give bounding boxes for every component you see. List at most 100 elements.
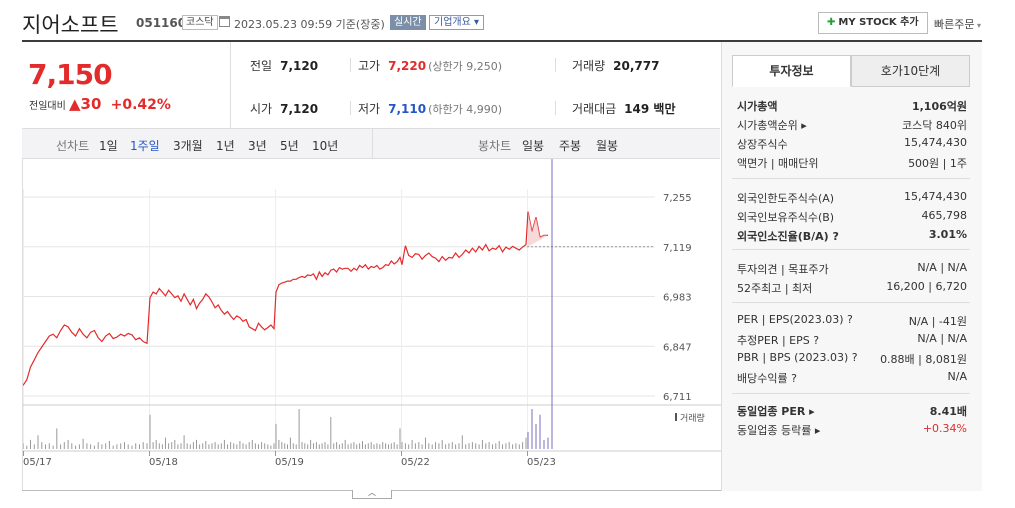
intraday-area: [528, 211, 548, 247]
chart-collapse-button[interactable]: ︿: [352, 488, 392, 499]
chevron-up-icon: ︿: [368, 488, 376, 497]
quote-volume: 거래량 20,777: [572, 59, 660, 73]
chart-toolbar: 선차트 1일 1주일 3개월 1년 3년 5년 10년 봉차트 일봉 주봉 월봉: [22, 128, 720, 159]
my-stock-label: MY STOCK 추가: [838, 17, 919, 28]
price-chart: 7,255 7,119 6,983 6,847 6,711 거래량 05/17 05/18 05…: [22, 159, 721, 490]
invest-row-value: N/A | -41원: [908, 315, 967, 328]
invest-row-label: 투자의견 | 목표주가: [737, 263, 829, 276]
invest-row-value: 15,474,430: [904, 136, 967, 149]
divider: [555, 101, 556, 115]
invest-row: 추정PER | EPS ? N/A | N/A: [737, 332, 967, 348]
corp-info-dropdown[interactable]: 기업개요 ▾: [429, 15, 484, 30]
invest-row-label: 동일업종 PER ▸: [737, 405, 815, 418]
price-chart-svg: 7,255 7,119 6,983 6,847 6,711 거래량 05/17 05/18 05…: [22, 159, 721, 468]
change-percent: +0.42%: [110, 97, 171, 113]
panel-divider: [732, 178, 970, 179]
price-change: 전일대비 ▲30 +0.42%: [29, 95, 171, 113]
period-1d[interactable]: 1일: [99, 137, 118, 154]
quote-low: 저가 7,110 (하한가 4,990): [358, 102, 502, 116]
period-3m[interactable]: 3개월: [173, 137, 203, 154]
quick-order-button[interactable]: 빠른주문 ▾: [934, 16, 981, 32]
price-divider: [230, 42, 231, 128]
invest-row-label: 상장주식수: [737, 138, 788, 151]
invest-row-label: 외국인보유주식수(B): [737, 211, 835, 224]
calendar-icon: [219, 16, 230, 27]
invest-row-label: 배당수익률 ?: [737, 372, 797, 385]
my-stock-add-button[interactable]: ✚ MY STOCK 추가: [818, 12, 928, 34]
invest-row: 52주최고 | 최저 16,200 | 6,720: [737, 280, 967, 296]
toolbar-divider: [372, 129, 373, 158]
stock-name: 지어소프트: [22, 13, 119, 37]
y-tick-label: 7,119: [663, 243, 692, 254]
volume-legend-mark: [675, 413, 677, 421]
current-price: 7,150: [28, 58, 113, 91]
invest-row-value: 500원 | 1주: [908, 157, 967, 170]
invest-row-value: 3.01%: [928, 228, 967, 241]
stock-code: 051160: [136, 16, 187, 30]
invest-row-value: 0.88배 | 8,081원: [880, 353, 967, 366]
invest-row-value: 1,106억원: [911, 100, 967, 113]
invest-row: 투자의견 | 목표주가 N/A | N/A: [737, 261, 967, 277]
candle-daily[interactable]: 일봉: [522, 137, 544, 154]
candle-weekly[interactable]: 주봉: [559, 137, 581, 154]
change-label: 전일대비: [29, 101, 66, 112]
invest-row-label: 동일업종 등락률 ▸: [737, 424, 821, 437]
invest-row-label: 액면가 | 매매단위: [737, 157, 819, 170]
y-tick-label: 6,711: [663, 392, 692, 403]
tab-orderbook-10[interactable]: 호가10단계: [851, 55, 970, 87]
quick-order-label: 빠른주문: [934, 18, 975, 31]
y-tick-label: 6,847: [663, 342, 692, 353]
period-1w[interactable]: 1주일: [130, 137, 160, 154]
chevron-down-icon: ▾: [974, 21, 982, 30]
quote-datetime: 2023.05.23 09:59 기준(장중): [234, 18, 385, 31]
price-line: [22, 211, 548, 386]
invest-row: PBR | BPS (2023.03) ? 0.88배 | 8,081원: [737, 351, 967, 366]
invest-row-value: N/A: [947, 370, 967, 383]
invest-row-label: PBR | BPS (2023.03) ?: [737, 351, 858, 364]
invest-row-value: N/A | N/A: [917, 332, 967, 345]
invest-row: 시가총액순위 ▸ 코스닥 840위: [737, 117, 967, 133]
x-tick-label: 05/19: [275, 457, 304, 468]
period-1y[interactable]: 1년: [216, 137, 235, 154]
invest-row-label: 외국인한도주식수(A): [737, 192, 835, 205]
period-5y[interactable]: 5년: [280, 137, 299, 154]
invest-row: 외국인한도주식수(A) 15,474,430: [737, 190, 967, 206]
invest-row-label: 시가총액: [737, 100, 778, 113]
invest-row-label: 52주최고 | 최저: [737, 282, 813, 295]
divider: [555, 58, 556, 72]
candle-monthly[interactable]: 월봉: [596, 137, 618, 154]
invest-row: 동일업종 PER ▸ 8.41배: [737, 403, 967, 419]
change-amount: ▲30: [69, 95, 102, 113]
panel-divider: [732, 302, 970, 303]
x-tick-label: 05/23: [527, 457, 556, 468]
invest-row-value: 코스닥 840위: [902, 119, 967, 132]
invest-row-value: 8.41배: [929, 405, 967, 418]
invest-row: 외국인보유주식수(B) 465,798: [737, 209, 967, 225]
x-tick-label: 05/18: [149, 457, 178, 468]
panel-divider: [732, 393, 970, 394]
invest-row: 액면가 | 매매단위 500원 | 1주: [737, 155, 967, 171]
invest-row-label: 추정PER | EPS ?: [737, 334, 820, 347]
invest-row: 동일업종 등락률 ▸ +0.34%: [737, 422, 967, 438]
invest-row: 상장주식수 15,474,430: [737, 136, 967, 152]
invest-row: 시가총액 1,106억원: [737, 98, 967, 114]
invest-row-value: 15,474,430: [904, 190, 967, 203]
panel-divider: [732, 249, 970, 250]
invest-row-value: N/A | N/A: [917, 261, 967, 274]
y-tick-label: 6,983: [663, 293, 692, 304]
realtime-badge[interactable]: 실시간: [390, 15, 426, 30]
candle-chart-label: 봉차트: [478, 139, 512, 153]
invest-row-value: +0.34%: [922, 422, 967, 435]
invest-row-label: PER | EPS(2023.03) ?: [737, 313, 853, 326]
divider: [350, 58, 351, 72]
quote-open: 시가 7,120: [250, 102, 319, 116]
x-tick-label: 05/17: [23, 457, 52, 468]
quote-high: 고가 7,220 (상한가 9,250): [358, 59, 502, 73]
tab-invest-info[interactable]: 투자정보: [732, 55, 851, 87]
quote-prev: 전일 7,120: [250, 59, 319, 73]
market-badge: 코스닥: [182, 15, 218, 30]
x-tick-label: 05/22: [401, 457, 430, 468]
plus-icon: ✚: [827, 17, 836, 28]
period-3y[interactable]: 3년: [248, 137, 267, 154]
period-10y[interactable]: 10년: [312, 137, 338, 154]
